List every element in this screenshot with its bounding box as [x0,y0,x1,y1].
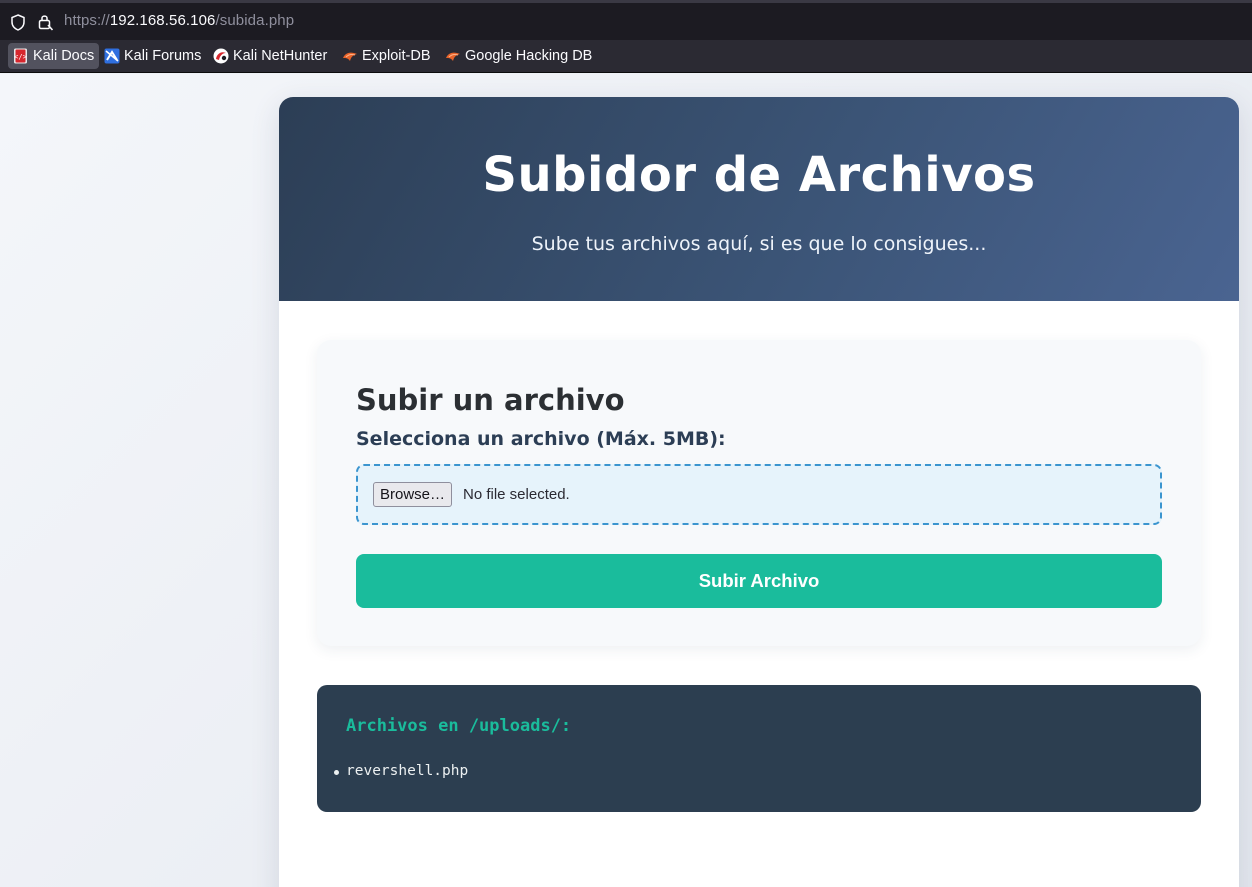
exploit-db-icon [343,52,357,61]
uploaded-files-list: revershell.php [317,763,468,779]
upload-heading: Subir un archivo [356,383,625,417]
kali-docs-icon: </> [14,48,27,64]
uploaded-file-name: revershell.php [346,763,469,779]
uploaded-files-panel: Archivos en /uploads/: revershell.php [317,685,1201,812]
lock-insecure-icon[interactable] [37,13,53,31]
page-viewport: Subidor de Archivos Sube tus archivos aq… [0,74,1252,887]
upload-card: Subir un archivo Selecciona un archivo (… [317,340,1201,646]
file-status-text: No file selected. [463,486,570,503]
google-hacking-db-icon [446,52,460,61]
main-container: Subidor de Archivos Sube tus archivos aq… [279,97,1239,887]
bookmark-kali-nethunter[interactable]: Kali NetHunter [208,43,332,69]
kali-forums-icon [104,48,120,64]
bookmark-label: Exploit-DB [362,48,431,64]
address-field[interactable]: https://192.168.56.106/subida.php [64,12,294,29]
bookmark-kali-docs[interactable]: </> Kali Docs [8,43,100,69]
svg-text:</>: </> [14,53,27,61]
page-subtitle: Sube tus archivos aquí, si es que lo con… [531,233,987,255]
bookmark-label: Kali NetHunter [233,48,328,64]
url-host: 192.168.56.106 [109,12,216,29]
bullet-icon [334,770,339,775]
tracking-protection-shield-icon[interactable] [10,14,26,31]
page-header: Subidor de Archivos Sube tus archivos aq… [279,97,1239,301]
bookmark-label: Kali Docs [33,48,95,64]
bookmark-label: Google Hacking DB [465,48,593,64]
browser-url-bar: https://192.168.56.106/subida.php [0,0,1252,40]
page-title: Subidor de Archivos [482,147,1036,203]
browse-button[interactable]: Browse… [373,482,453,507]
bookmark-google-hacking-db[interactable]: Google Hacking DB [440,43,597,69]
url-scheme: https:// [64,12,110,29]
url-path: /subida.php [215,12,295,29]
uploaded-files-heading: Archivos en /uploads/: [346,716,572,736]
bookmarks-toolbar: </> Kali Docs Kali Forums Kali NetHunter… [0,40,1252,73]
kali-nethunter-icon [213,48,229,64]
bookmark-exploit-db[interactable]: Exploit-DB [337,43,436,69]
file-input-label: Selecciona un archivo (Máx. 5MB): [356,428,726,450]
file-input-dropzone[interactable]: Browse… No file selected. [356,464,1162,525]
uploaded-file-item: revershell.php [317,763,468,779]
bookmark-label: Kali Forums [124,48,202,64]
submit-upload-button[interactable]: Subir Archivo [356,554,1162,608]
bookmark-kali-forums[interactable]: Kali Forums [99,43,206,69]
